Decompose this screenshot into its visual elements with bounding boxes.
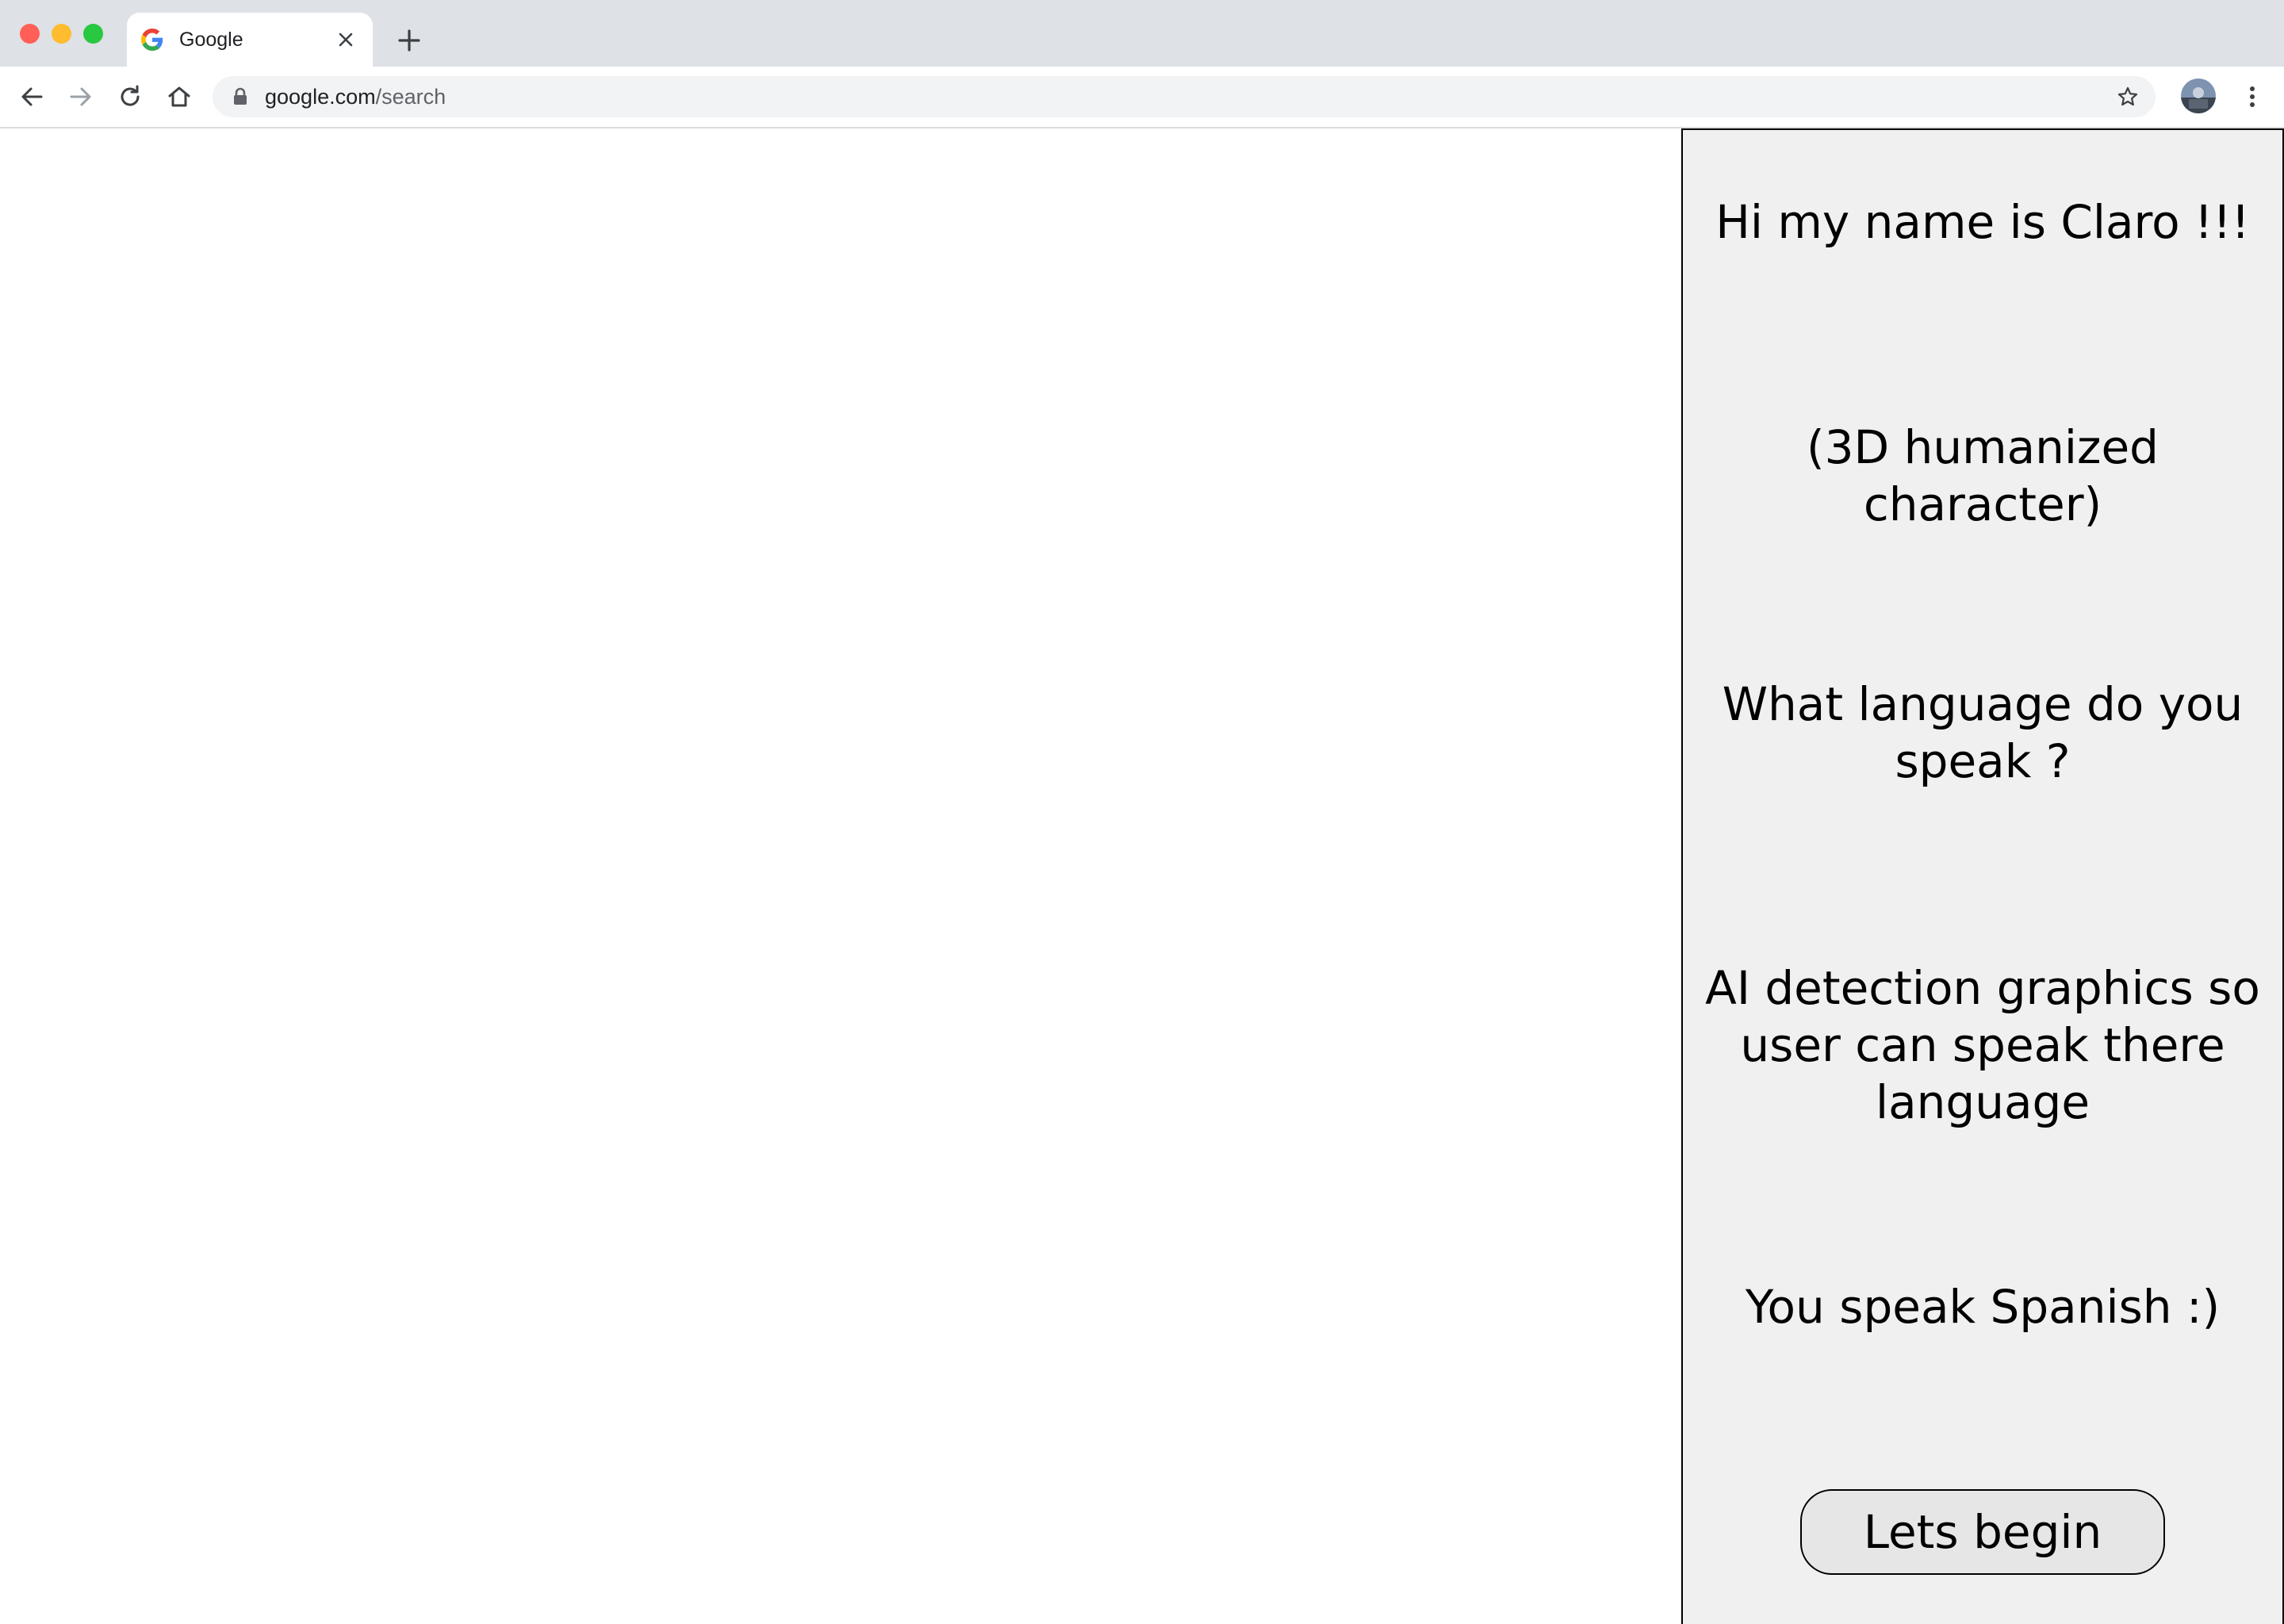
browser-toolbar: google.com/search — [0, 67, 2284, 128]
url-host: google.com — [265, 85, 376, 109]
character-note: (3D humanized character) — [1806, 420, 2159, 531]
google-g-icon — [141, 29, 163, 51]
assistant-panel: Hi my name is Claro !!! (3D humanized ch… — [1681, 128, 2284, 1624]
ai-detection-note: AI detection graphics so user can speak … — [1705, 961, 2260, 1129]
reload-icon[interactable] — [114, 81, 146, 113]
more-vert-icon[interactable] — [2236, 81, 2268, 113]
close-icon[interactable] — [335, 29, 357, 51]
url-text: google.com/search — [265, 84, 446, 109]
arrow-left-icon[interactable] — [16, 81, 48, 113]
close-window-button[interactable] — [20, 24, 40, 44]
page-content: Hi my name is Claro !!! (3D humanized ch… — [0, 128, 2284, 1624]
arrow-right-icon[interactable] — [65, 81, 97, 113]
language-question: What language do you speak ? — [1722, 677, 2244, 788]
tab-title: Google — [179, 29, 243, 51]
tab-google[interactable]: Google — [127, 13, 373, 67]
lets-begin-button[interactable]: Lets begin — [1800, 1489, 2165, 1575]
detected-language-text: You speak Spanish :) — [1745, 1280, 2221, 1334]
address-bar[interactable]: google.com/search — [213, 76, 2156, 117]
url-path: /search — [375, 85, 446, 109]
home-icon[interactable] — [163, 81, 195, 113]
plus-icon[interactable] — [395, 26, 423, 55]
tab-strip: Google — [0, 0, 2284, 67]
star-icon[interactable] — [2116, 85, 2140, 109]
minimize-window-button[interactable] — [52, 24, 71, 44]
avatar-image — [2181, 79, 2216, 113]
maximize-window-button[interactable] — [83, 24, 103, 44]
greeting-text: Hi my name is Claro !!! — [1715, 195, 2250, 249]
profile-avatar[interactable] — [2181, 79, 2216, 113]
lock-icon[interactable] — [230, 86, 251, 107]
